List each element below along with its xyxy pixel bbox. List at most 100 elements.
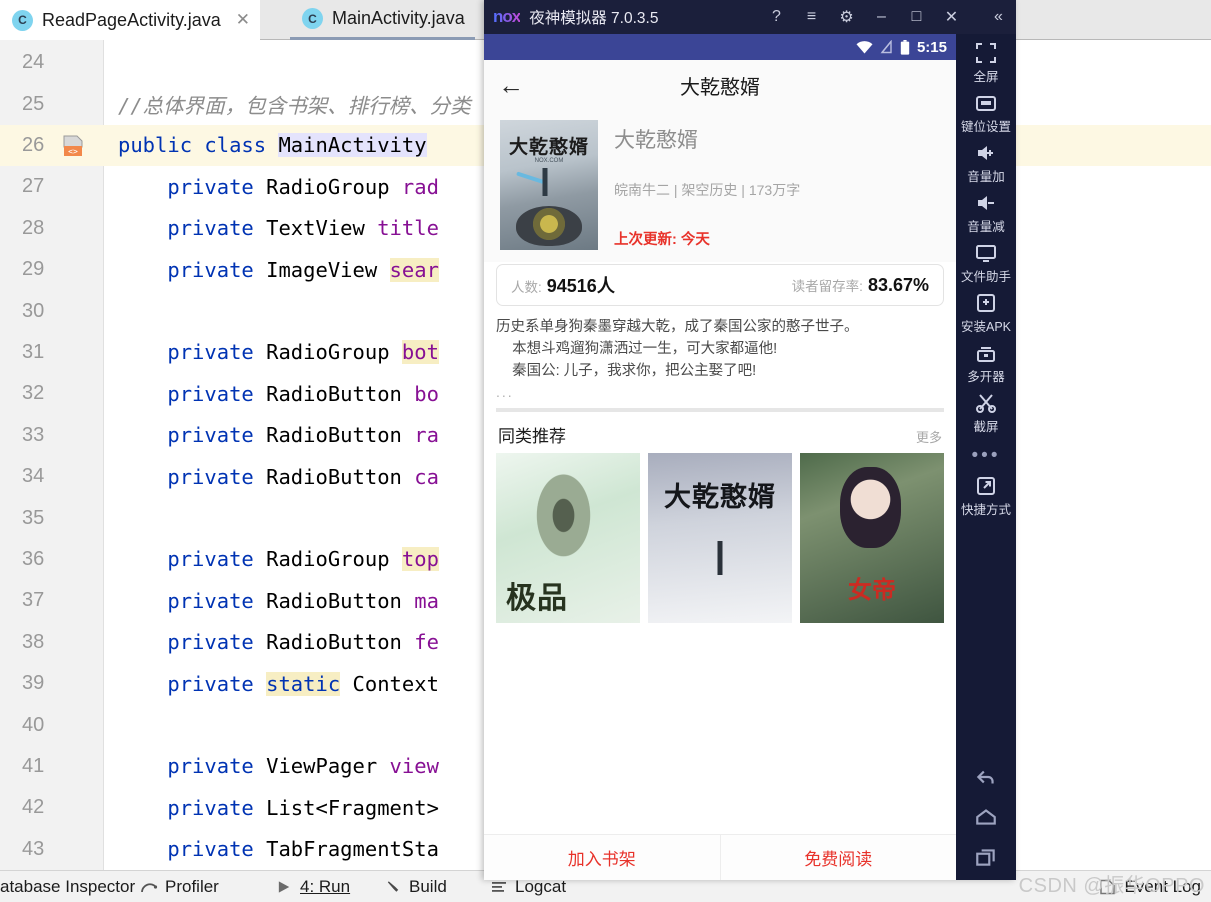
android-recents-icon[interactable]: [974, 846, 998, 868]
book-cover-image[interactable]: 大乾憨婿 NOX.COM: [500, 120, 598, 250]
code-token: [266, 133, 278, 157]
code-token: TabFragmentSta: [254, 837, 439, 861]
nox-sidebar-fullscreen[interactable]: 全屏: [956, 42, 1016, 85]
android-status-bar: 5:15: [484, 34, 956, 60]
nox-sidebar-volume-up[interactable]: 音量加: [956, 142, 1016, 185]
code-token: private: [167, 340, 253, 364]
nox-sidebar-screenshot[interactable]: 截屏: [956, 392, 1016, 435]
status-bar-label: atabase Inspector: [0, 877, 135, 897]
code-line[interactable]: private ViewPager view: [118, 746, 439, 787]
code-line[interactable]: private RadioButton ca: [118, 456, 439, 497]
code-token: [118, 837, 167, 861]
nox-sidebar-install-apk[interactable]: 安装APK: [956, 292, 1016, 335]
book-meta: 大乾憨婿 皖南牛二 | 架空历史 | 173万字 上次更新: 今天: [614, 120, 940, 250]
line-number: 33: [0, 415, 104, 456]
book-description[interactable]: 历史系单身狗秦墨穿越大乾，成了秦国公家的憨子世子。 本想斗鸡遛狗潇洒过一生，可大…: [484, 306, 956, 384]
code-line[interactable]: private static Context: [118, 663, 439, 704]
editor-tab-2[interactable]: CMainActivity.java: [290, 0, 475, 40]
maximize-icon[interactable]: □: [899, 0, 934, 34]
code-line[interactable]: private RadioButton bo: [118, 373, 439, 414]
android-home-icon[interactable]: [974, 806, 998, 828]
code-line[interactable]: private RadioButton ra: [118, 415, 439, 456]
code-token: private: [167, 589, 253, 613]
code-line[interactable]: private RadioButton ma: [118, 580, 439, 621]
code-token: [118, 423, 167, 447]
code-token: [118, 547, 167, 571]
code-line[interactable]: private List<Fragment>: [118, 787, 439, 828]
menu-icon[interactable]: ≡: [794, 0, 829, 34]
book-last-update: 上次更新: 今天: [614, 228, 940, 249]
editor-tab-1[interactable]: CReadPageActivity.java✕: [0, 0, 260, 40]
code-line[interactable]: private RadioGroup top: [118, 539, 439, 580]
recommend-book-3[interactable]: 女帝: [800, 453, 944, 623]
nox-title-bar[interactable]: nox 夜神模拟器 7.0.3.5 ?≡⚙–□✕«: [484, 0, 1016, 34]
cover-ribbon-shape: [516, 171, 546, 184]
nox-sidebar-shortcut[interactable]: 快捷方式: [956, 475, 1016, 518]
code-token: private: [167, 382, 253, 406]
code-token: ma: [414, 589, 439, 613]
code-token: private: [167, 258, 253, 282]
nox-sidebar-file-assistant[interactable]: 文件助手: [956, 242, 1016, 285]
app-page-title: 大乾憨婿: [484, 71, 956, 100]
free-read-button[interactable]: 免费阅读: [720, 835, 957, 880]
close-icon[interactable]: ✕: [934, 0, 969, 34]
nox-sidebar-keymap[interactable]: 键位设置: [956, 92, 1016, 135]
status-bar-item-build[interactable]: Build: [385, 877, 447, 897]
android-nav-bar: [956, 766, 1016, 868]
help-icon[interactable]: ?: [759, 0, 794, 34]
line-number: 36: [0, 539, 104, 580]
code-token: RadioButton: [254, 423, 414, 447]
settings-icon[interactable]: ⚙: [829, 0, 864, 34]
code-line[interactable]: public class MainActivity: [118, 125, 439, 166]
nox-sidebar-multi-instance[interactable]: 多开器: [956, 342, 1016, 385]
code-line[interactable]: private RadioGroup rad: [118, 166, 439, 207]
code-token: ca: [414, 465, 439, 489]
recommend-book-2[interactable]: 大乾憨婿: [648, 453, 792, 623]
status-bar-label: Profiler: [165, 877, 219, 897]
code-token: [254, 672, 266, 696]
nox-sidebar-volume-down[interactable]: 音量减: [956, 192, 1016, 235]
line-number: 27: [0, 166, 104, 207]
recommend-book-1[interactable]: 极品: [496, 453, 640, 623]
code-token: [118, 796, 167, 820]
logcat-icon: [490, 879, 508, 895]
back-arrow-icon[interactable]: ←: [498, 72, 524, 98]
code-line[interactable]: //总体界面，包含书架、排行榜、分类: [118, 83, 471, 124]
volume-down-icon: [975, 192, 997, 214]
tab-close-icon[interactable]: ✕: [236, 10, 250, 30]
status-bar-item-4-run[interactable]: 4: Run: [276, 877, 350, 897]
code-line[interactable]: private RadioButton fe: [118, 622, 439, 663]
nox-sidebar-more-icon[interactable]: •••: [972, 446, 1001, 465]
line-number: 25: [0, 83, 104, 124]
class-marker-icon[interactable]: <>: [62, 135, 86, 157]
status-bar-item-event-log[interactable]: Event Log: [1099, 877, 1201, 897]
code-line[interactable]: private RadioGroup bot: [118, 332, 439, 373]
volume-up-icon: [975, 142, 997, 164]
code-line[interactable]: private ImageView sear: [118, 249, 439, 290]
svg-text:<>: <>: [68, 147, 78, 156]
nox-sidebar-label: 安装APK: [961, 316, 1011, 335]
line-number: 43: [0, 829, 104, 870]
code-line[interactable]: private TextView title: [118, 208, 439, 249]
retention-value: 83.67%: [868, 275, 929, 296]
nox-window-title: 夜神模拟器 7.0.3.5: [529, 6, 658, 28]
android-screen[interactable]: 5:15 ← 大乾憨婿 大乾憨婿 NOX.COM 大乾憨婿 皖南牛二 | 架空历…: [484, 34, 956, 880]
file-assistant-icon: [975, 242, 997, 264]
description-ellipsis[interactable]: ...: [484, 384, 956, 400]
status-bar-item-atabase-inspector[interactable]: atabase Inspector: [0, 877, 135, 897]
recommend-more-link[interactable]: 更多: [916, 427, 942, 446]
screen-root: CReadPageActivity.java✕ CMainActivity.jav…: [0, 0, 1211, 902]
add-to-bookshelf-button[interactable]: 加入书架: [484, 835, 720, 880]
code-line[interactable]: private TabFragmentSta: [118, 829, 439, 870]
code-token: [118, 216, 167, 240]
cover-figure-shape: [543, 168, 548, 196]
run-icon: [276, 879, 293, 895]
android-back-icon[interactable]: [974, 766, 998, 788]
code-token: [118, 589, 167, 613]
code-token: [118, 630, 167, 654]
status-bar-item-profiler[interactable]: Profiler: [140, 877, 219, 897]
code-token: TextView: [254, 216, 377, 240]
minimize-icon[interactable]: –: [864, 0, 899, 34]
collapse-icon[interactable]: «: [981, 0, 1016, 34]
code-token: [192, 133, 204, 157]
